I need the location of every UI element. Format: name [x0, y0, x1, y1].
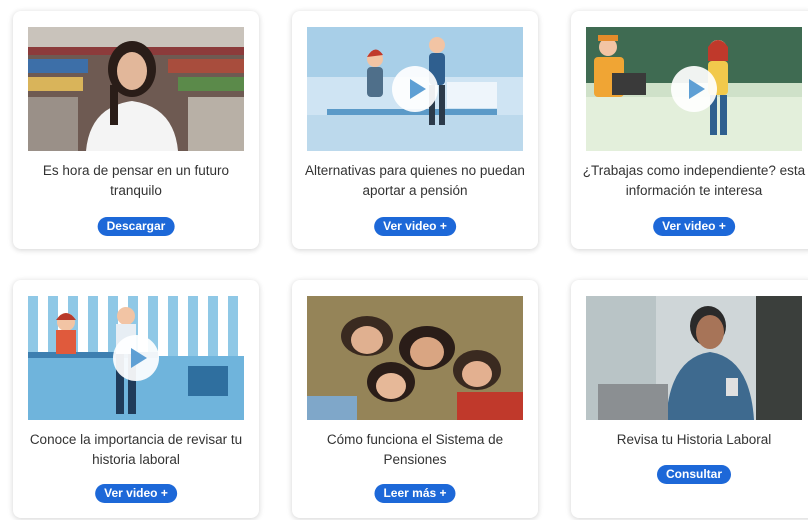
consult-button[interactable]: Consultar [656, 465, 732, 484]
card-review-work-history: Revisa tu Historia Laboral Consultar [571, 280, 808, 518]
play-icon[interactable] [113, 335, 159, 381]
card-title: Conoce la importancia de revisar tu hist… [29, 432, 243, 467]
watch-video-button[interactable]: Ver video + [653, 217, 735, 236]
play-icon[interactable] [392, 66, 438, 112]
content-grid: Es hora de pensar en un futuro tranquilo… [0, 0, 808, 520]
card-work-history-importance: Conoce la importancia de revisar tu hist… [13, 280, 259, 518]
card-title: Revisa tu Historia Laboral [616, 432, 772, 447]
play-icon[interactable] [671, 66, 717, 112]
card-alternatives: Alternativas para quienes no puedan apor… [292, 11, 538, 249]
card-title: Es hora de pensar en un futuro tranquilo [42, 163, 230, 198]
read-more-button[interactable]: Leer más + [374, 484, 456, 503]
card-image-independent[interactable] [586, 27, 802, 151]
card-title: Cómo funciona el Sistema de Pensiones [326, 432, 504, 467]
download-button[interactable]: Descargar [97, 217, 175, 236]
watch-video-button[interactable]: Ver video + [374, 217, 456, 236]
card-pharmacist: Es hora de pensar en un futuro tranquilo… [13, 11, 259, 249]
card-pension-system: Cómo funciona el Sistema de Pensiones Le… [292, 280, 538, 518]
card-image-pharmacist[interactable] [28, 27, 244, 151]
card-independent: ¿Trabajas como independiente? esta infor… [571, 11, 808, 249]
card-title: Alternativas para quienes no puedan apor… [305, 163, 525, 198]
card-image-alternatives[interactable] [307, 27, 523, 151]
card-title: ¿Trabajas como independiente? esta infor… [582, 163, 806, 198]
watch-video-button[interactable]: Ver video + [95, 484, 177, 503]
card-image-pension-system[interactable] [307, 296, 523, 420]
card-image-review-work-history[interactable] [586, 296, 802, 420]
card-image-work-history-importance[interactable] [28, 296, 244, 420]
